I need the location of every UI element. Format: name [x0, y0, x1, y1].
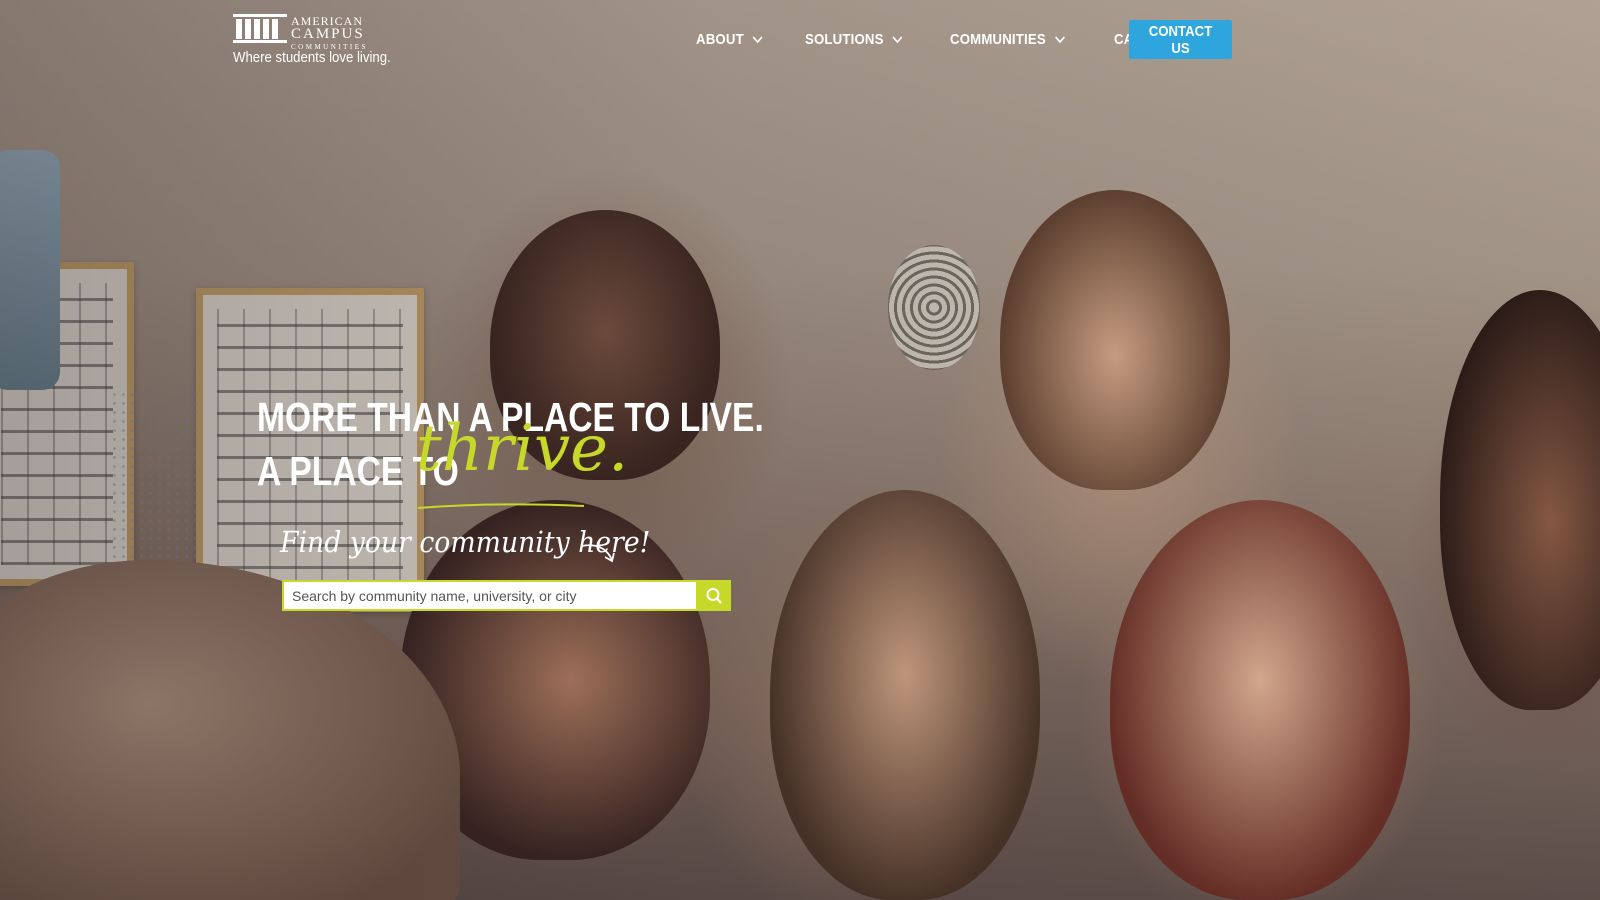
- chevron-down-icon: [752, 36, 763, 44]
- logo-tagline: Where students love living.: [233, 49, 391, 66]
- nav-item-label: ABOUT: [696, 30, 744, 48]
- search-icon: [706, 587, 722, 604]
- columns-logo-icon: [233, 14, 287, 43]
- nav-item-solutions[interactable]: SOLUTIONS: [805, 31, 903, 48]
- chevron-down-icon: [893, 36, 903, 44]
- nav-item-label: COMMUNITIES: [949, 30, 1046, 48]
- search-input[interactable]: [282, 580, 696, 611]
- contact-us-label: CONTACT US: [1148, 22, 1213, 57]
- contact-us-button[interactable]: CONTACT US: [1129, 20, 1232, 59]
- search-button[interactable]: [696, 580, 731, 611]
- swoosh-underline-icon: [417, 503, 585, 509]
- nav-item-about[interactable]: ABOUT: [696, 31, 763, 48]
- nav-item-label: SOLUTIONS: [805, 30, 884, 48]
- logo-text-campus: CAMPUS: [291, 26, 365, 42]
- hero-overlay: [0, 0, 1600, 900]
- nav-item-communities[interactable]: COMMUNITIES: [950, 31, 1065, 48]
- community-search: [282, 580, 731, 611]
- headline-highlight-word: thrive.: [416, 412, 629, 486]
- curved-arrow-icon: [581, 544, 615, 563]
- chevron-down-icon: [1054, 36, 1065, 44]
- site-logo[interactable]: AMERICAN CAMPUS COMMUNITIES Where studen…: [233, 10, 393, 70]
- hero-section: AMERICAN CAMPUS COMMUNITIES Where studen…: [0, 0, 1600, 900]
